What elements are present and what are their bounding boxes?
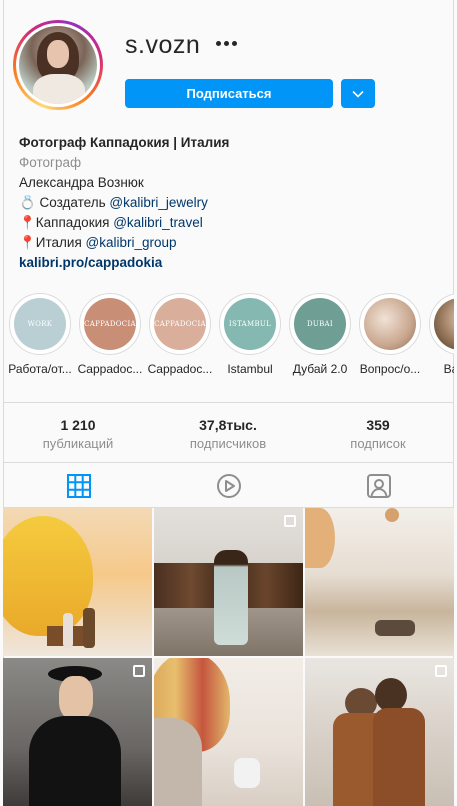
tab-posts[interactable] [66, 473, 92, 499]
website-link[interactable]: kalibri.pro/cappadokia [19, 253, 229, 273]
carousel-icon [284, 515, 296, 527]
highlight-cover: WORK [14, 298, 66, 350]
highlight-cover: DUBAI [294, 298, 346, 350]
mention-link[interactable]: @kalibri_group [86, 235, 177, 250]
post-thumbnail[interactable] [3, 658, 152, 806]
follow-button[interactable]: Подписаться [125, 79, 333, 108]
more-options-icon[interactable] [216, 38, 238, 48]
post-thumbnail[interactable] [305, 508, 454, 656]
highlight-label: Вопрос/о... [359, 362, 421, 376]
reels-icon [217, 474, 241, 498]
post-thumbnail[interactable] [154, 658, 303, 806]
stat-following[interactable]: 359 подписок [303, 417, 453, 451]
post-thumbnail[interactable] [305, 658, 454, 806]
bio-name: Фотограф Каппадокия | Италия [19, 135, 230, 150]
tab-reels[interactable] [216, 473, 242, 499]
grid-icon [67, 474, 91, 498]
highlight-cover [434, 298, 454, 350]
highlight-label: Istambul [227, 362, 273, 376]
highlight-cover: CAPPADOCIA [84, 298, 136, 350]
bio-line-jewelry: 💍 Создатель @kalibri_jewelry [19, 195, 208, 210]
post-thumbnail[interactable] [3, 508, 152, 656]
highlight-cover: CAPPADOCIA [154, 298, 206, 350]
highlight-cover [364, 298, 416, 350]
avatar-photo [19, 26, 97, 104]
bio-category: Фотограф [19, 155, 82, 170]
highlight-label: Backs [443, 362, 454, 376]
tagged-icon [367, 474, 391, 498]
profile-tabs [3, 462, 454, 508]
story-highlights: WORK Работа/от... CAPPADOCIA Cappadoc...… [3, 293, 454, 383]
post-thumbnail[interactable] [154, 508, 303, 656]
stat-posts[interactable]: 1 210 публикаций [3, 417, 153, 451]
highlight-label: Cappadoc... [147, 362, 213, 376]
profile-username: s.vozn [125, 31, 201, 59]
mention-link[interactable]: @kalibri_jewelry [109, 195, 207, 210]
highlight-label: Cappadoc... [77, 362, 143, 376]
bio-line-cappadocia: 📍Каппадокия @kalibri_travel [19, 215, 203, 230]
highlight-cover: ISTAMBUL [224, 298, 276, 350]
profile-stats: 1 210 публикаций 37,8тыс. подписчиков 35… [3, 402, 454, 462]
chevron-down-icon [352, 90, 364, 98]
profile-avatar[interactable] [13, 20, 103, 110]
bio-full-name: Александра Вознюк [19, 175, 144, 190]
tab-tagged[interactable] [366, 473, 392, 499]
carousel-icon [133, 665, 145, 677]
mention-link[interactable]: @kalibri_travel [113, 215, 202, 230]
bio-line-italy: 📍Италия @kalibri_group [19, 235, 177, 250]
highlight-label: Дубай 2.0 [292, 362, 348, 376]
carousel-icon [435, 665, 447, 677]
highlight-label: Работа/от... [8, 362, 72, 376]
stat-followers[interactable]: 37,8тыс. подписчиков [153, 417, 303, 451]
suggested-dropdown-button[interactable] [341, 79, 375, 108]
profile-bio: Фотограф Каппадокия | Италия Фотограф Ал… [19, 133, 229, 273]
